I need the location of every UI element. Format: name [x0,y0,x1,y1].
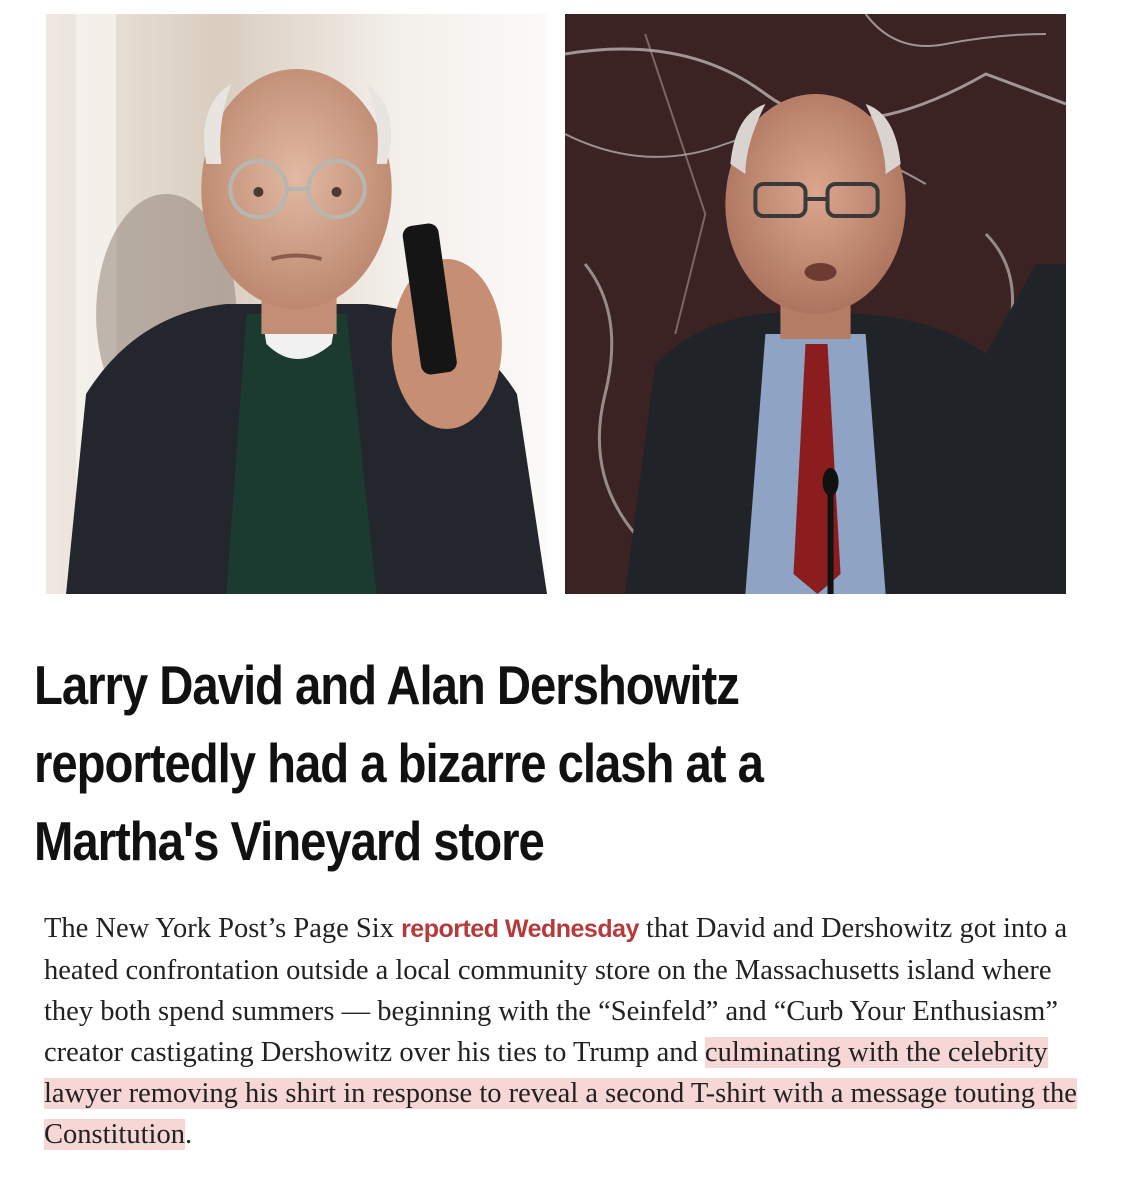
photo-alan-dershowitz [565,14,1066,594]
photo-larry-david [46,14,547,594]
photo-larry-david-image [46,14,547,594]
reported-wednesday-link[interactable]: reported Wednesday [401,915,639,943]
article-headline: Larry David and Alan Dershowitz reported… [34,654,764,872]
body-text-part-1: The New York Post’s Page Six [44,913,402,944]
body-text-end: . [184,1119,193,1150]
photo-row [46,14,1066,594]
photo-alan-dershowitz-image [565,14,1066,594]
article-body: The New York Post’s Page Six reported We… [44,908,1084,1155]
